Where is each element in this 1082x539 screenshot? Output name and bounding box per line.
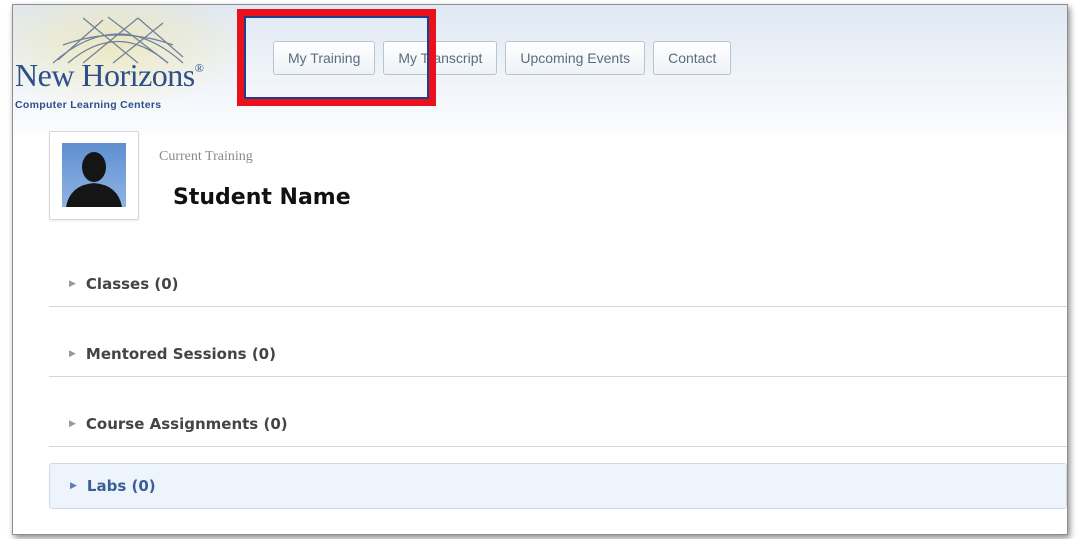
- current-training-label: Current Training: [159, 149, 253, 164]
- user-silhouette-icon: [62, 143, 126, 207]
- section-course-assignments[interactable]: ▶ Course Assignments (0): [49, 401, 1067, 447]
- app-window: New Horizons® Computer Learning Centers …: [12, 4, 1068, 535]
- avatar[interactable]: [49, 131, 139, 220]
- student-name: Student Name: [173, 185, 351, 210]
- section-label: Course Assignments (0): [85, 414, 288, 433]
- section-label: Mentored Sessions (0): [85, 344, 276, 363]
- tab-contact[interactable]: Contact: [653, 41, 732, 75]
- logo-tagline: Computer Learning Centers: [15, 99, 162, 111]
- section-classes[interactable]: ▶ Classes (0): [49, 261, 1067, 307]
- caret-right-icon: ▶: [69, 348, 76, 359]
- logo-wordmark: New Horizons®: [15, 57, 204, 93]
- caret-right-icon: ▶: [69, 278, 76, 289]
- section-label: Labs (0): [86, 477, 156, 495]
- new-horizons-logo[interactable]: New Horizons® Computer Learning Centers: [13, 11, 223, 121]
- section-labs[interactable]: ▶ Labs (0): [49, 463, 1067, 509]
- header-bar: New Horizons® Computer Learning Centers …: [13, 5, 1067, 135]
- section-mentored-sessions[interactable]: ▶ Mentored Sessions (0): [49, 331, 1067, 377]
- section-label: Classes (0): [85, 274, 179, 293]
- caret-right-icon: ▶: [69, 418, 76, 429]
- caret-right-icon: ▶: [70, 481, 77, 491]
- highlight-annotation-inner-border: [244, 16, 429, 99]
- tab-upcoming-events[interactable]: Upcoming Events: [505, 41, 646, 75]
